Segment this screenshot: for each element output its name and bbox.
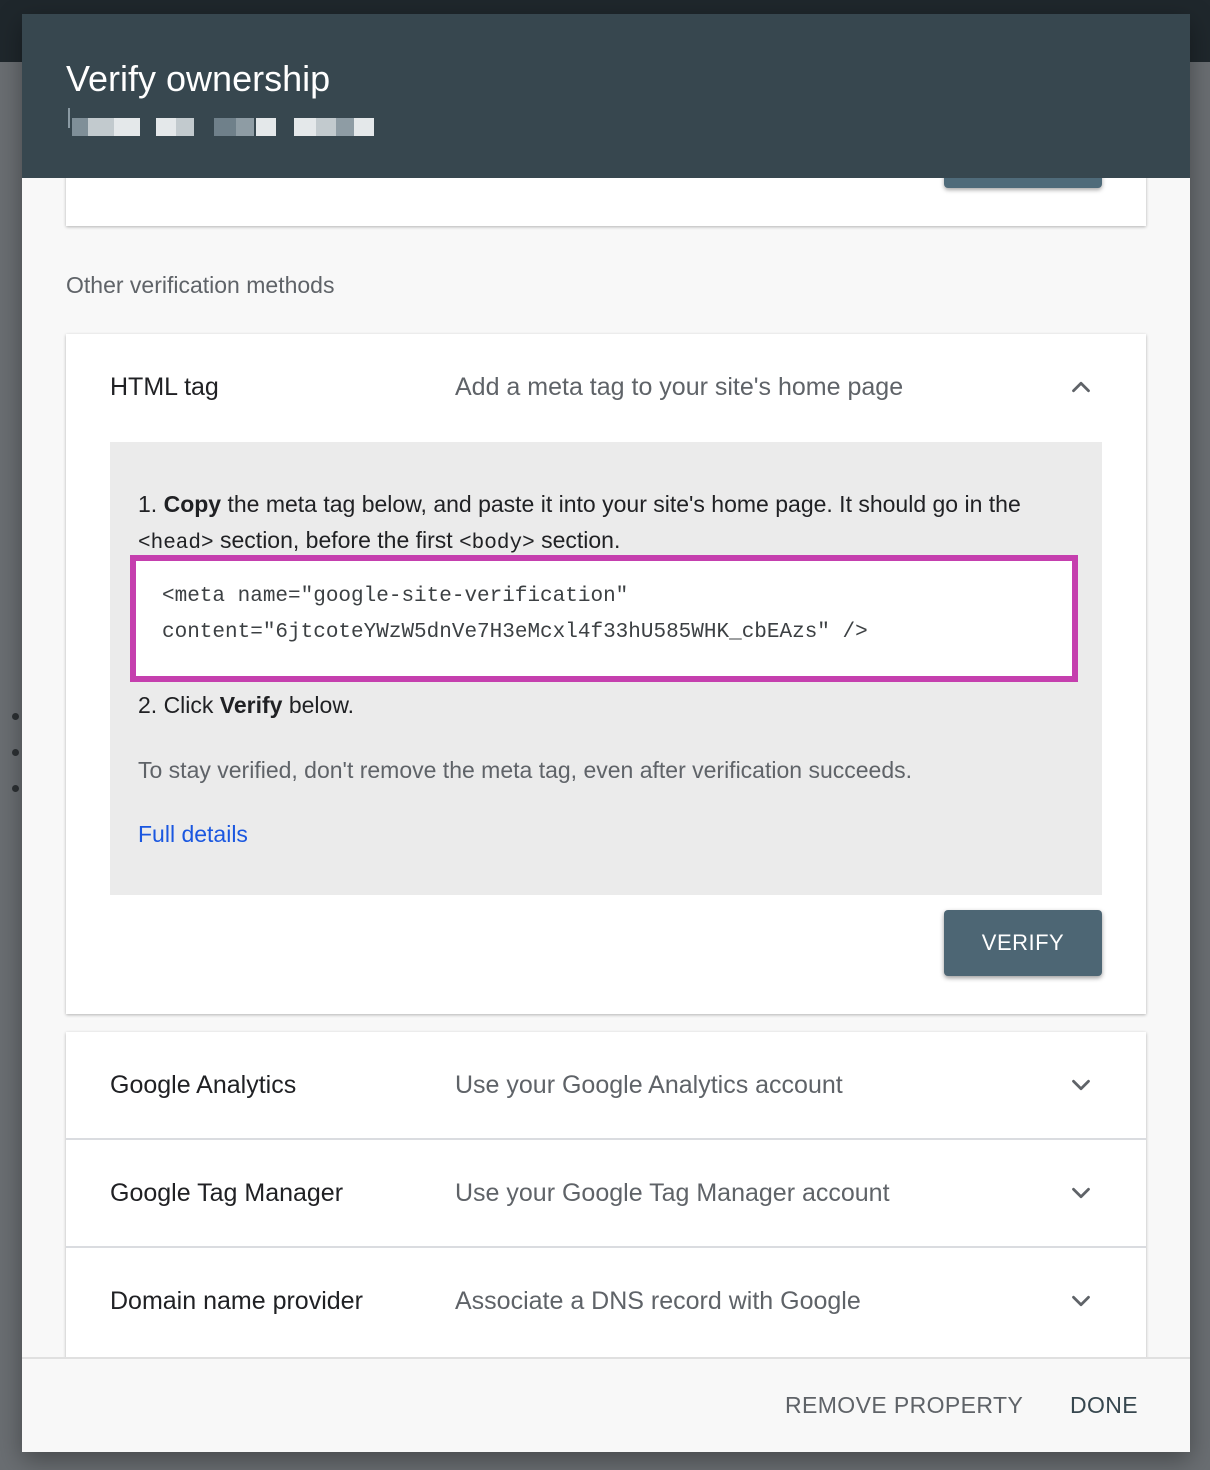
method-name: Google Analytics	[110, 1071, 297, 1099]
stay-verified-note: To stay verified, don't remove the meta …	[138, 757, 913, 783]
redacted-property-url	[66, 108, 386, 138]
done-button[interactable]: DONE	[1070, 1359, 1138, 1452]
dialog-title: Verify ownership	[66, 58, 331, 99]
method-google-analytics[interactable]: Google Analytics Use your Google Analyti…	[66, 1032, 1146, 1139]
dialog-footer: REMOVE PROPERTY DONE	[22, 1357, 1190, 1452]
meta-tag-code[interactable]: <meta name="google-site-verification" co…	[162, 579, 868, 651]
method-description: Associate a DNS record with Google	[455, 1287, 861, 1315]
method-name: Domain name provider	[110, 1287, 363, 1315]
method-domain-name-provider[interactable]: Domain name provider Associate a DNS rec…	[66, 1248, 1146, 1355]
body-code: <body>	[459, 532, 535, 555]
methods-list-card: Google Analytics Use your Google Analyti…	[66, 1032, 1146, 1362]
method-description: Use your Google Tag Manager account	[455, 1179, 890, 1207]
meta-tag-highlight[interactable]: <meta name="google-site-verification" co…	[130, 555, 1078, 682]
method-name: HTML tag	[110, 373, 219, 401]
remove-property-button[interactable]: REMOVE PROPERTY	[785, 1359, 1023, 1452]
background-dot	[12, 785, 19, 792]
head-code: <head>	[138, 532, 214, 555]
verify-button[interactable]: VERIFY	[944, 910, 1102, 976]
html-tag-card: HTML tag Add a meta tag to your site's h…	[66, 334, 1146, 1014]
chevron-down-icon[interactable]	[1066, 1178, 1096, 1208]
method-google-tag-manager[interactable]: Google Tag Manager Use your Google Tag M…	[66, 1140, 1146, 1247]
method-description: Use your Google Analytics account	[455, 1071, 843, 1099]
background-dot	[12, 749, 19, 756]
chevron-down-icon[interactable]	[1066, 1070, 1096, 1100]
method-name: Google Tag Manager	[110, 1179, 344, 1207]
chevron-down-icon[interactable]	[1066, 1286, 1096, 1316]
step-2-text: 2. Click Verify below.	[138, 692, 355, 718]
full-details-link[interactable]: Full details	[138, 816, 248, 852]
other-methods-label: Other verification methods	[66, 272, 335, 298]
dialog-header: Verify ownership	[22, 14, 1190, 178]
html-tag-header[interactable]: HTML tag Add a meta tag to your site's h…	[66, 334, 1146, 441]
chevron-up-icon[interactable]	[1066, 372, 1096, 402]
method-description: Add a meta tag to your site's home page	[455, 373, 904, 401]
instructions-panel: 1. Copy the meta tag below, and paste it…	[110, 442, 1102, 895]
verify-ownership-dialog: Verify ownership Other verification meth…	[22, 14, 1190, 1452]
background-dot	[12, 713, 19, 720]
step-1-text: 1. Copy the meta tag below, and paste it…	[138, 491, 1021, 555]
